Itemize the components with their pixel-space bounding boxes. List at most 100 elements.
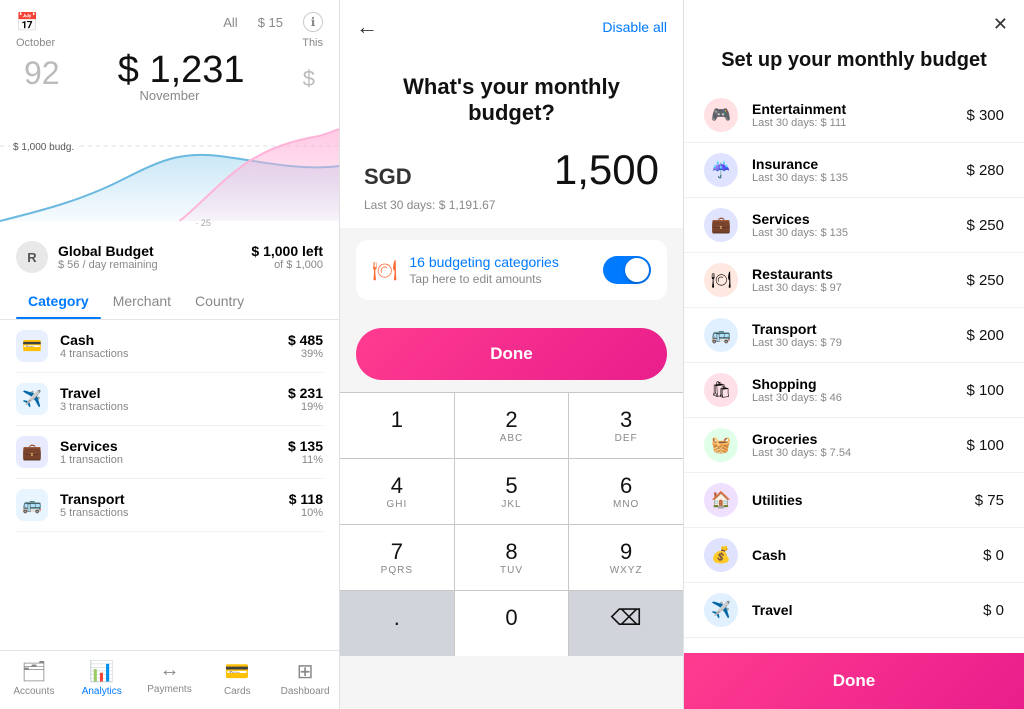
nav-analytics[interactable]: 📊 Analytics <box>68 659 136 697</box>
key-backspace[interactable]: ⌫ <box>569 591 683 656</box>
key-dot[interactable]: . <box>340 591 454 656</box>
keyboard-header: ← Disable all <box>340 0 683 54</box>
list-item[interactable]: 🏠 Utilities $ 75 <box>684 473 1024 528</box>
analytics-header: 📅 All $ 15 ℹ <box>0 0 339 33</box>
currency-label: SGD <box>364 164 412 190</box>
bottom-nav: 🗂 Accounts 📊 Analytics ↔ Payments 💳 Card… <box>0 650 339 709</box>
prev-amount: 92 <box>24 55 60 92</box>
cat-sub: 1 transaction <box>60 454 276 466</box>
budget-keyboard-panel: ← Disable all What's your monthly budget… <box>340 0 684 709</box>
categories-link[interactable]: 16 budgeting categories <box>409 254 558 270</box>
key-2[interactable]: 2 ABC <box>455 393 569 458</box>
key-8[interactable]: 8 TUV <box>455 525 569 590</box>
cat-name: Cash <box>60 332 276 348</box>
budget-number: 1,500 <box>554 146 659 194</box>
travel-icon: ✈️ <box>704 593 738 627</box>
key-letters: PQRS <box>340 565 454 576</box>
nav-payments[interactable]: ↔ Payments <box>136 659 204 697</box>
october-label: October <box>16 37 55 49</box>
list-item[interactable]: ✈️ Travel 3 transactions $ 231 19% <box>16 373 323 426</box>
list-item[interactable]: 💳 Cash 4 transactions $ 485 39% <box>16 320 323 373</box>
key-0[interactable]: 0 <box>455 591 569 656</box>
cat-sub: Last 30 days: $ 111 <box>752 117 952 129</box>
tab-merchant[interactable]: Merchant <box>101 283 183 319</box>
category-tabs: Category Merchant Country <box>0 283 339 320</box>
close-button[interactable]: ✕ <box>993 14 1008 35</box>
cat-name: Services <box>60 438 276 454</box>
key-7[interactable]: 7 PQRS <box>340 525 454 590</box>
amount-filter[interactable]: $ 15 <box>258 15 283 30</box>
key-5[interactable]: 5 JKL <box>455 459 569 524</box>
global-budget-avatar: R <box>16 241 48 273</box>
list-item[interactable]: 🍽 Restaurants Last 30 days: $ 97 $ 250 <box>684 253 1024 308</box>
list-item[interactable]: 🧺 Groceries Last 30 days: $ 7.54 $ 100 <box>684 418 1024 473</box>
tab-category[interactable]: Category <box>16 283 101 319</box>
nav-accounts[interactable]: 🗂 Accounts <box>0 659 68 697</box>
numpad: 1 2 ABC 3 DEF 4 GHI 5 JKL 6 MNO 7 PQRS 8 <box>340 392 683 656</box>
global-budget[interactable]: R Global Budget $ 56 / day remaining $ 1… <box>0 231 339 283</box>
nav-cards[interactable]: 💳 Cards <box>203 659 271 697</box>
cat-name: Shopping <box>752 376 952 392</box>
cat-budget: $ 0 <box>983 602 1004 619</box>
cat-name: Travel <box>60 385 276 401</box>
disable-all-button[interactable]: Disable all <box>602 19 667 35</box>
cat-pct: 11% <box>288 454 323 466</box>
budgeting-categories-row[interactable]: 🍽 16 budgeting categories Tap here to ed… <box>356 240 667 300</box>
list-item[interactable]: 💰 Cash $ 0 <box>684 528 1024 583</box>
cat-amount: $ 135 <box>288 438 323 454</box>
setup-title: Set up your monthly budget <box>684 49 1024 88</box>
info-icon[interactable]: ℹ <box>303 12 323 32</box>
cat-name: Travel <box>752 602 969 618</box>
all-filter[interactable]: All <box>223 15 237 30</box>
fork-icon: 🍽 <box>372 258 397 283</box>
list-item[interactable]: ☔ Insurance Last 30 days: $ 135 $ 280 <box>684 143 1024 198</box>
list-item[interactable]: ✈️ Travel $ 0 <box>684 583 1024 638</box>
cat-sub: Last 30 days: $ 79 <box>752 337 952 349</box>
key-digit: 8 <box>455 539 569 565</box>
key-4[interactable]: 4 GHI <box>340 459 454 524</box>
cat-name: Transport <box>752 321 952 337</box>
list-item[interactable]: 💼 Services Last 30 days: $ 135 $ 250 <box>684 198 1024 253</box>
transport-icon: 🚌 <box>16 489 48 521</box>
key-letters <box>455 631 569 642</box>
accounts-icon: 🗂 <box>21 659 46 684</box>
cat-name: Utilities <box>752 492 961 508</box>
key-6[interactable]: 6 MNO <box>569 459 683 524</box>
cat-budget: $ 280 <box>966 162 1004 179</box>
cat-amount: $ 485 <box>288 332 323 348</box>
list-item[interactable]: 🛍 Shopping Last 30 days: $ 46 $ 100 <box>684 363 1024 418</box>
nav-dashboard[interactable]: ⊞ Dashboard <box>271 659 339 697</box>
transport-icon: 🚌 <box>704 318 738 352</box>
tab-country[interactable]: Country <box>183 283 256 319</box>
done-button[interactable]: Done <box>356 328 667 380</box>
key-digit: 9 <box>569 539 683 565</box>
budget-category-list: 🎮 Entertainment Last 30 days: $ 111 $ 30… <box>684 88 1024 668</box>
list-item[interactable]: 🚌 Transport Last 30 days: $ 79 $ 200 <box>684 308 1024 363</box>
setup-budget-panel: ✕ Set up your monthly budget 🎮 Entertain… <box>684 0 1024 709</box>
cat-sub: 5 transactions <box>60 507 277 519</box>
calendar-icon: 📅 <box>16 12 38 33</box>
cat-budget: $ 75 <box>975 492 1004 509</box>
nav-label: Analytics <box>82 686 122 697</box>
categories-toggle[interactable] <box>603 256 651 284</box>
services-icon: 💼 <box>704 208 738 242</box>
key-letters: MNO <box>569 499 683 510</box>
back-button[interactable]: ← <box>356 14 378 40</box>
setup-done-button[interactable]: Done <box>684 653 1024 709</box>
key-3[interactable]: 3 DEF <box>569 393 683 458</box>
list-item[interactable]: 🎮 Entertainment Last 30 days: $ 111 $ 30… <box>684 88 1024 143</box>
key-9[interactable]: 9 WXYZ <box>569 525 683 590</box>
main-amount-area: 92 $ 1,231 $ November <box>0 49 339 103</box>
cat-name: Groceries <box>752 431 952 447</box>
key-1[interactable]: 1 <box>340 393 454 458</box>
cat-budget: $ 250 <box>966 217 1004 234</box>
dashboard-icon: ⊞ <box>297 659 314 684</box>
backspace-icon: ⌫ <box>569 605 683 631</box>
cat-budget: $ 100 <box>966 382 1004 399</box>
list-item[interactable]: 💼 Services 1 transaction $ 135 11% <box>16 426 323 479</box>
cat-name: Insurance <box>752 156 952 172</box>
list-item[interactable]: 🚌 Transport 5 transactions $ 118 10% <box>16 479 323 532</box>
cat-pct: 19% <box>288 401 323 413</box>
key-digit: 6 <box>569 473 683 499</box>
last30-label: Last 30 days: $ 1,191.67 <box>340 198 683 228</box>
